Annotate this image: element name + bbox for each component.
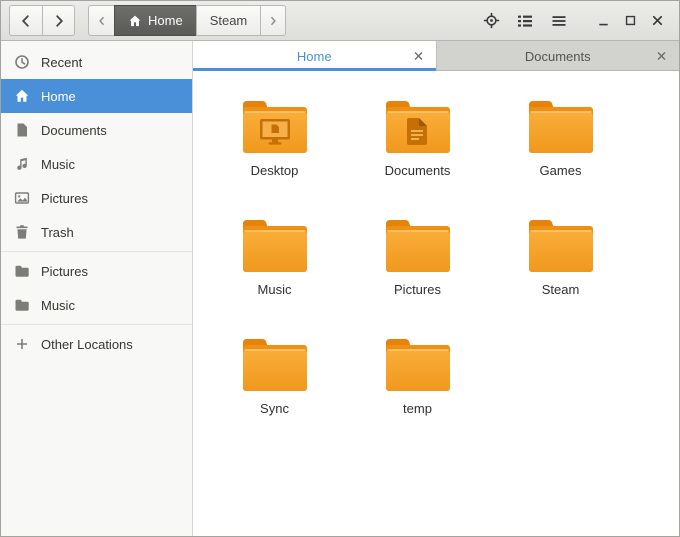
file-label: Documents <box>384 163 451 178</box>
trash-icon <box>14 224 30 240</box>
file-label: Pictures <box>394 282 441 297</box>
sidebar-item-documents[interactable]: Documents <box>1 113 192 147</box>
file-desktop[interactable]: Desktop <box>239 98 311 217</box>
sidebar-item-home[interactable]: Home <box>1 79 192 113</box>
folder-documents-icon <box>382 98 454 156</box>
path-segment-label: Home <box>148 13 183 28</box>
file-temp[interactable]: temp <box>382 336 454 455</box>
sidebar-item-label: Other Locations <box>41 336 133 352</box>
content-pane: Home Documents Desktop Documents Games M… <box>193 41 679 536</box>
folder-icon <box>239 217 311 275</box>
menu-button[interactable] <box>542 6 576 36</box>
history-nav-group <box>9 5 75 36</box>
close-icon <box>414 52 422 60</box>
file-games[interactable]: Games <box>525 98 597 217</box>
home-icon <box>14 88 30 104</box>
sidebar-item-trash[interactable]: Trash <box>1 215 192 249</box>
tab-close-button[interactable] <box>410 48 427 65</box>
folder-icon <box>525 98 597 156</box>
view-list-button[interactable] <box>508 6 542 36</box>
folder-icon <box>239 336 311 394</box>
file-manager-window: Home Steam Recent Home Documents Music P… <box>0 0 680 537</box>
chevron-right-icon <box>271 16 277 25</box>
plus-icon <box>14 336 30 352</box>
crosshair-location-icon <box>483 12 499 29</box>
forward-button[interactable] <box>42 5 75 36</box>
sidebar-item-label: Pictures <box>41 263 88 279</box>
path-segment-label: Steam <box>209 13 248 28</box>
close-button[interactable] <box>644 8 671 34</box>
file-label: Music <box>257 282 292 297</box>
chevron-left-icon <box>21 14 29 27</box>
sidebar-item-label: Documents <box>41 122 107 138</box>
tab-label: Home <box>296 48 332 64</box>
tab-bar: Home Documents <box>193 41 679 71</box>
sidebar-item-label: Pictures <box>41 190 88 206</box>
list-view-icon <box>518 15 532 27</box>
sidebar-separator <box>1 324 192 325</box>
sidebar-bookmark-music[interactable]: Music <box>1 288 192 322</box>
chevron-left-icon <box>98 16 104 25</box>
minimize-button[interactable] <box>590 8 617 34</box>
folder-desktop-icon <box>239 98 311 156</box>
close-icon <box>652 15 663 26</box>
path-scroll-right-button[interactable] <box>260 5 287 36</box>
folder-icon <box>382 217 454 275</box>
folder-icon <box>525 217 597 275</box>
file-documents[interactable]: Documents <box>382 98 454 217</box>
path-scroll-left-button[interactable] <box>88 5 114 36</box>
minimize-icon <box>599 23 608 26</box>
file-pictures[interactable]: Pictures <box>382 217 454 336</box>
sidebar-item-other-locations[interactable]: Other Locations <box>1 327 192 361</box>
clock-icon <box>14 54 30 70</box>
sidebar-bookmark-pictures[interactable]: Pictures <box>1 254 192 288</box>
home-icon <box>129 15 141 26</box>
path-segment-home[interactable]: Home <box>114 5 196 36</box>
tab-home[interactable]: Home <box>193 41 436 71</box>
sidebar: Recent Home Documents Music Pictures Tra… <box>1 41 193 536</box>
sidebar-item-music[interactable]: Music <box>1 147 192 181</box>
sidebar-item-label: Home <box>41 88 76 104</box>
document-icon <box>14 122 30 138</box>
path-segment-steam[interactable]: Steam <box>195 5 261 36</box>
sidebar-item-recent[interactable]: Recent <box>1 45 192 79</box>
file-label: temp <box>403 401 432 416</box>
tab-label: Documents <box>524 48 591 64</box>
file-label: Games <box>539 163 582 178</box>
file-grid: Desktop Documents Games Music Pictures S… <box>193 71 679 536</box>
sidebar-item-label: Recent <box>41 54 83 70</box>
folder-icon <box>14 297 30 313</box>
sidebar-item-label: Music <box>41 297 75 313</box>
music-note-icon <box>14 156 30 172</box>
window-controls <box>590 8 671 34</box>
back-button[interactable] <box>9 5 42 36</box>
sidebar-item-label: Music <box>41 156 75 172</box>
sidebar-separator <box>1 251 192 252</box>
enter-location-button[interactable] <box>474 6 508 36</box>
file-label: Steam <box>541 282 580 297</box>
tab-documents[interactable]: Documents <box>435 41 680 71</box>
tab-close-button[interactable] <box>653 48 670 65</box>
maximize-icon <box>625 15 636 26</box>
file-label: Sync <box>260 401 289 416</box>
file-sync[interactable]: Sync <box>239 336 311 455</box>
hamburger-menu-icon <box>552 15 566 26</box>
file-label: Desktop <box>250 163 299 178</box>
image-icon <box>14 190 30 206</box>
close-icon <box>657 52 666 60</box>
path-bar: Home Steam <box>88 5 287 36</box>
main-body: Recent Home Documents Music Pictures Tra… <box>1 41 679 536</box>
headerbar: Home Steam <box>1 1 679 41</box>
sidebar-item-pictures[interactable]: Pictures <box>1 181 192 215</box>
sidebar-item-label: Trash <box>41 224 74 240</box>
file-music[interactable]: Music <box>239 217 311 336</box>
folder-icon <box>382 336 454 394</box>
folder-icon <box>14 263 30 279</box>
maximize-button[interactable] <box>617 8 644 34</box>
file-steam[interactable]: Steam <box>525 217 597 336</box>
chevron-right-icon <box>55 14 63 27</box>
